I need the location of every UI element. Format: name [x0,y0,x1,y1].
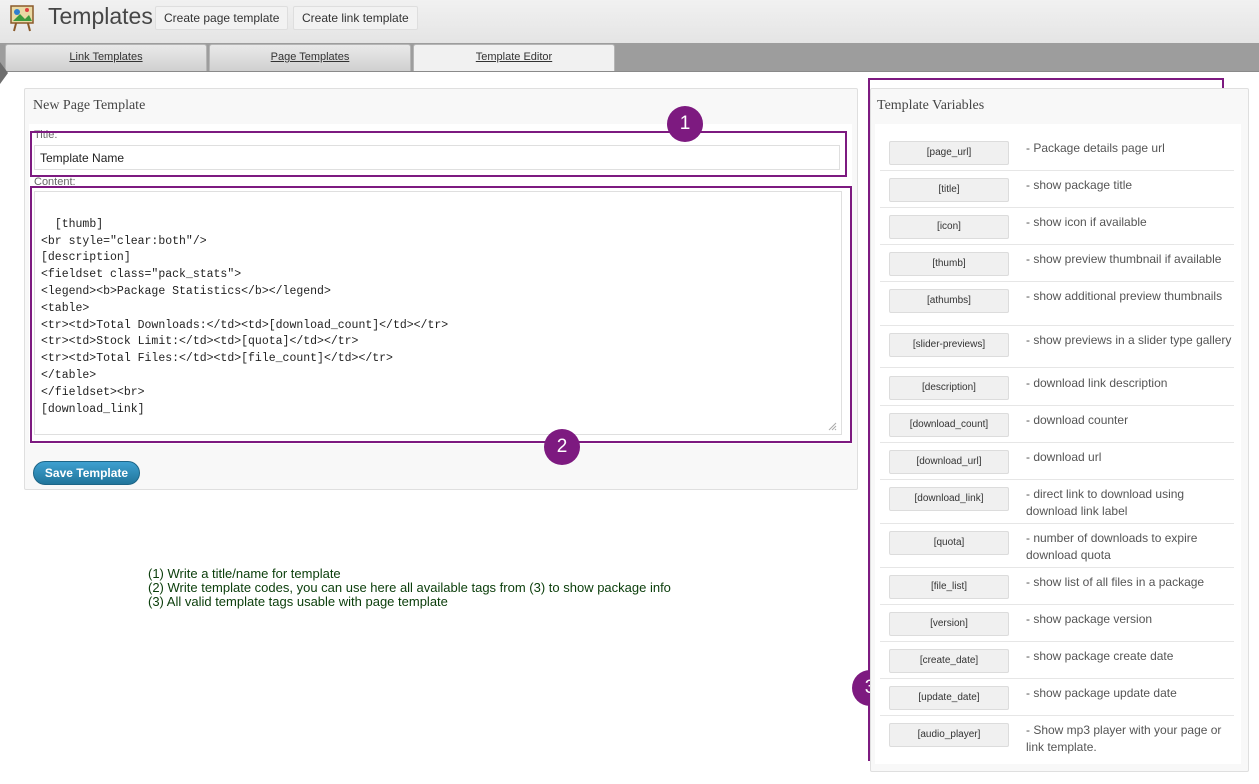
variable-row: [icon] - show icon if available [880,208,1234,245]
variable-description: - show package create date [1026,649,1174,663]
collapse-arrow-icon[interactable] [0,62,8,84]
variable-row: [thumb] - show preview thumbnail if avai… [880,245,1234,282]
marker-2: 2 [544,429,580,465]
variable-row: [quota] - number of downloads to expire … [880,524,1234,568]
easel-icon [10,5,34,32]
variable-description: - download url [1026,450,1102,464]
variable-tag-athumbs[interactable]: [athumbs] [889,289,1009,313]
note-2: (2) Write template codes, you can use he… [148,580,671,595]
top-bar: Templates Create page template Create li… [0,0,1259,44]
variable-tag-download-url[interactable]: [download_url] [889,450,1009,474]
variable-tag-description[interactable]: [description] [889,376,1009,400]
variable-description: - show package title [1026,178,1133,192]
variable-tag-quota[interactable]: [quota] [889,531,1009,555]
variable-row: [audio_player] - Show mp3 player with yo… [880,716,1234,756]
variable-description: - direct link to download using download… [1026,487,1185,518]
create-link-template-button[interactable]: Create link template [293,6,418,30]
variable-row: [create_date] - show package create date [880,642,1234,679]
variable-tag-audio-player[interactable]: [audio_player] [889,723,1009,747]
variable-description: - show icon if available [1026,215,1147,229]
title-highlight-box [30,131,847,177]
variable-row: [version] - show package version [880,605,1234,642]
save-template-button[interactable]: Save Template [33,461,140,485]
variable-row: [download_url] - download url [880,443,1234,480]
variable-description: - download link description [1026,376,1168,390]
page-title: Templates [48,3,153,29]
variable-description: - show additional preview thumbnails [1026,289,1223,303]
variable-row: [download_link] - direct link to downloa… [880,480,1234,524]
variables-panel-title: Template Variables [877,98,985,113]
panel-title: New Page Template [33,98,146,113]
variable-tag-create-date[interactable]: [create_date] [889,649,1009,673]
variable-description: - show package update date [1026,686,1177,700]
variable-tag-download-link[interactable]: [download_link] [889,487,1009,511]
tab-template-editor[interactable]: Template Editor [413,44,615,71]
variable-row: [description] - download link descriptio… [880,369,1234,406]
variable-tag-page-url[interactable]: [page_url] [889,141,1009,165]
variable-tag-update-date[interactable]: [update_date] [889,686,1009,710]
tab-link-templates[interactable]: Link Templates [5,44,207,71]
variable-tag-thumb[interactable]: [thumb] [889,252,1009,276]
variable-description: - download counter [1026,413,1129,427]
marker-1: 1 [667,106,703,142]
tab-page-templates[interactable]: Page Templates [209,44,411,71]
note-3: (3) All valid template tags usable with … [148,594,448,609]
variable-description: - number of downloads to expire download… [1026,531,1198,562]
variable-row: [athumbs] - show additional preview thum… [880,282,1234,326]
variable-tag-title[interactable]: [title] [889,178,1009,202]
variable-tag-icon[interactable]: [icon] [889,215,1009,239]
variable-description: - show package version [1026,612,1153,626]
variable-row: [title] - show package title [880,171,1234,208]
variable-description: - show previews in a slider type gallery [1026,333,1232,347]
variable-description: - show list of all files in a package [1026,575,1205,589]
variable-row: [file_list] - show list of all files in … [880,568,1234,605]
variable-row: [slider-previews] - show previews in a s… [880,326,1234,368]
variable-tag-slider-previews[interactable]: [slider-previews] [889,333,1009,357]
variable-description: - Package details page url [1026,141,1165,155]
instructions-notes: (1) Write a title/name for template (2) … [148,567,671,609]
tab-bar: Link Templates Page Templates Template E… [0,43,1259,72]
variable-tag-download-count[interactable]: [download_count] [889,413,1009,437]
variable-description: - show preview thumbnail if available [1026,252,1222,266]
variable-tag-version[interactable]: [version] [889,612,1009,636]
variable-row: [page_url] - Package details page url [880,134,1234,171]
note-1: (1) Write a title/name for template [148,566,341,581]
variable-row: [update_date] - show package update date [880,679,1234,716]
variable-description: - Show mp3 player with your page or link… [1026,723,1222,754]
content-highlight-box [30,186,852,443]
variable-row: [download_count] - download counter [880,406,1234,443]
create-page-template-button[interactable]: Create page template [155,6,289,30]
variable-tag-file-list[interactable]: [file_list] [889,575,1009,599]
